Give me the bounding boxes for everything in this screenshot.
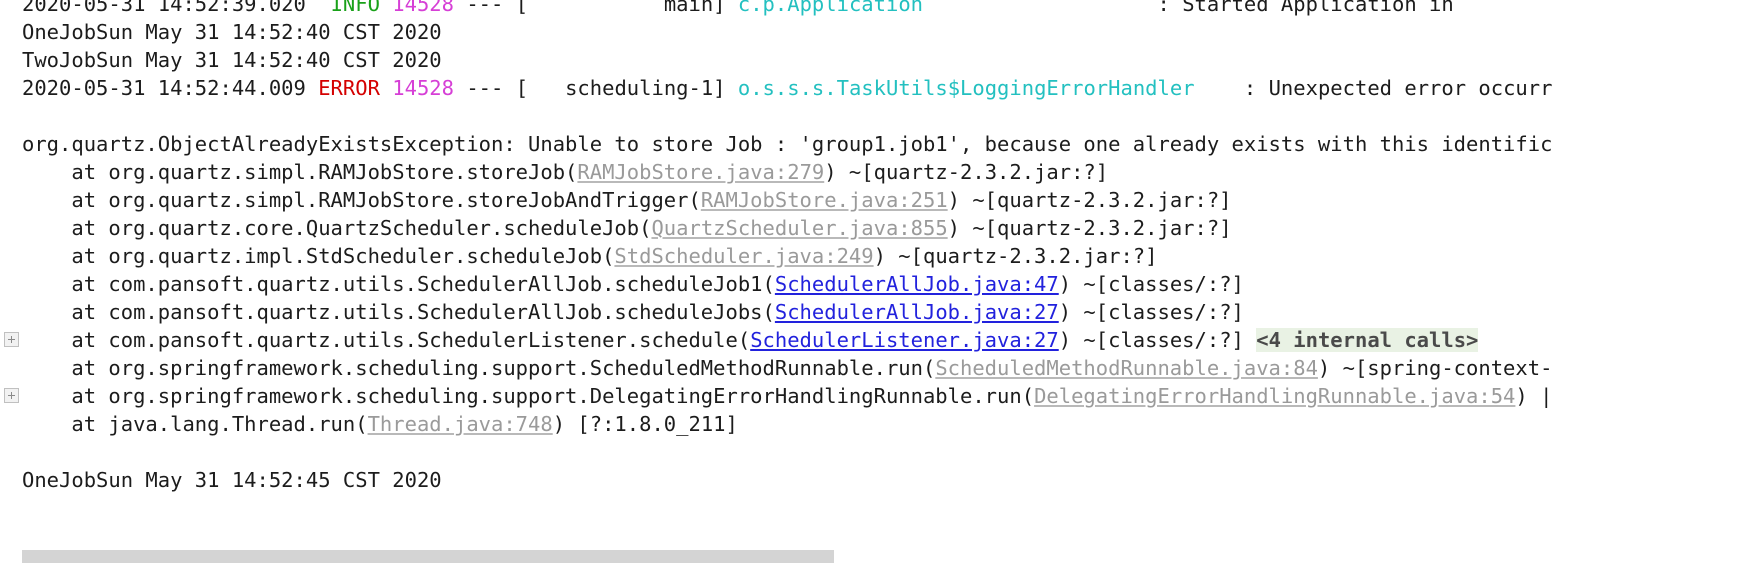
console-text: org.quartz.ObjectAlreadyExistsException:… [22,132,1553,156]
console-line: org.quartz.ObjectAlreadyExistsException:… [0,130,1753,158]
console-line: at com.pansoft.quartz.utils.SchedulerAll… [0,298,1753,326]
console-text: ) ~[classes/:?] [1058,328,1257,352]
stacktrace-source-link[interactable]: RAMJobStore.java:251 [701,188,948,212]
console-text: ) | [1515,384,1553,408]
console-line: at org.quartz.simpl.RAMJobStore.storeJob… [0,158,1753,186]
log-level-error: ERROR [318,76,380,100]
horizontal-scrollbar-thumb[interactable] [22,550,834,563]
console-text: OneJobSun May 31 14:52:45 CST 2020 [22,468,442,492]
console-text: at org.quartz.simpl.RAMJobStore.storeJob… [22,160,578,184]
console-text: ) ~[quartz-2.3.2.jar:?] [947,188,1232,212]
console-text: at org.quartz.impl.StdScheduler.schedule… [22,244,615,268]
console-text: ) ~[quartz-2.3.2.jar:?] [947,216,1232,240]
console-text: TwoJobSun May 31 14:52:40 CST 2020 [22,48,442,72]
stacktrace-source-link[interactable]: RAMJobStore.java:279 [577,160,824,184]
console-line: at java.lang.Thread.run(Thread.java:748)… [0,410,1753,438]
console-text: at com.pansoft.quartz.utils.SchedulerAll… [22,272,775,296]
console-text: : Started Application in [923,0,1454,16]
console-line: TwoJobSun May 31 14:52:40 CST 2020 [0,46,1753,74]
console-line: 2020-05-31 14:52:39.020 INFO 14528 --- [… [0,0,1753,18]
stacktrace-source-link[interactable]: DelegatingErrorHandlingRunnable.java:54 [1034,384,1515,408]
stacktrace-source-link[interactable]: StdScheduler.java:249 [614,244,873,268]
console-line: at com.pansoft.quartz.utils.SchedulerAll… [0,270,1753,298]
console-text: ) ~[spring-context- [1317,356,1553,380]
console-text: at com.pansoft.quartz.utils.SchedulerLis… [22,328,751,352]
console-text: 2020-05-31 14:52:44.009 [22,76,319,100]
stacktrace-source-link[interactable]: QuartzScheduler.java:855 [651,216,947,240]
console-text: OneJobSun May 31 14:52:40 CST 2020 [22,20,442,44]
console-text: at org.springframework.scheduling.suppor… [22,356,936,380]
stacktrace-source-link[interactable]: SchedulerListener.java:27 [750,328,1059,352]
log-pid: 14528 [392,76,454,100]
stacktrace-source-link[interactable]: ScheduledMethodRunnable.java:84 [935,356,1318,380]
console-text: : Unexpected error occurr [1194,76,1553,100]
console-text: at com.pansoft.quartz.utils.SchedulerAll… [22,300,775,324]
stacktrace-source-link[interactable]: SchedulerAllJob.java:47 [775,272,1059,296]
console-line: 2020-05-31 14:52:44.009 ERROR 14528 --- … [0,74,1753,102]
console-line: at org.quartz.core.QuartzScheduler.sched… [0,214,1753,242]
console-text: 2020-05-31 14:52:39.020 [22,0,331,16]
horizontal-scrollbar[interactable] [22,547,1753,565]
console-line: at org.quartz.simpl.RAMJobStore.storeJob… [0,186,1753,214]
console-text: ) [?:1.8.0_211] [552,412,738,436]
console-line: at org.quartz.impl.StdScheduler.schedule… [0,242,1753,270]
console-text: ) ~[quartz-2.3.2.jar:?] [873,244,1158,268]
console-text: ) ~[quartz-2.3.2.jar:?] [824,160,1109,184]
console-text: at org.springframework.scheduling.suppor… [22,384,1035,408]
internal-calls-badge: <4 internal calls> [1256,328,1479,352]
console-text: ) ~[classes/:?] [1058,272,1244,296]
console-line: at org.springframework.scheduling.suppor… [0,354,1753,382]
log-pid: 14528 [392,0,454,16]
console-text: at org.quartz.simpl.RAMJobStore.storeJob… [22,188,701,212]
console-line: at org.springframework.scheduling.suppor… [0,382,1753,410]
log-logger-name: o.s.s.s.TaskUtils$LoggingErrorHandler [737,76,1195,100]
log-level-info: INFO [330,0,380,16]
log-logger-name: c.p.Application [737,0,924,16]
stacktrace-source-link[interactable]: Thread.java:748 [368,412,553,436]
console-panel[interactable]: 2020-05-31 14:52:39.020 INFO 14528 --- [… [0,0,1753,565]
console-line: OneJobSun May 31 14:52:45 CST 2020 [0,466,1753,494]
console-line: at com.pansoft.quartz.utils.SchedulerLis… [0,326,1753,354]
console-text: ) ~[classes/:?] [1058,300,1244,324]
console-text: --- [ scheduling-1] [454,76,738,100]
stacktrace-source-link[interactable]: SchedulerAllJob.java:27 [775,300,1059,324]
console-line: OneJobSun May 31 14:52:40 CST 2020 [0,18,1753,46]
console-text: at java.lang.Thread.run( [22,412,368,436]
console-text: --- [ main] [454,0,738,16]
console-text: at org.quartz.core.QuartzScheduler.sched… [22,216,652,240]
